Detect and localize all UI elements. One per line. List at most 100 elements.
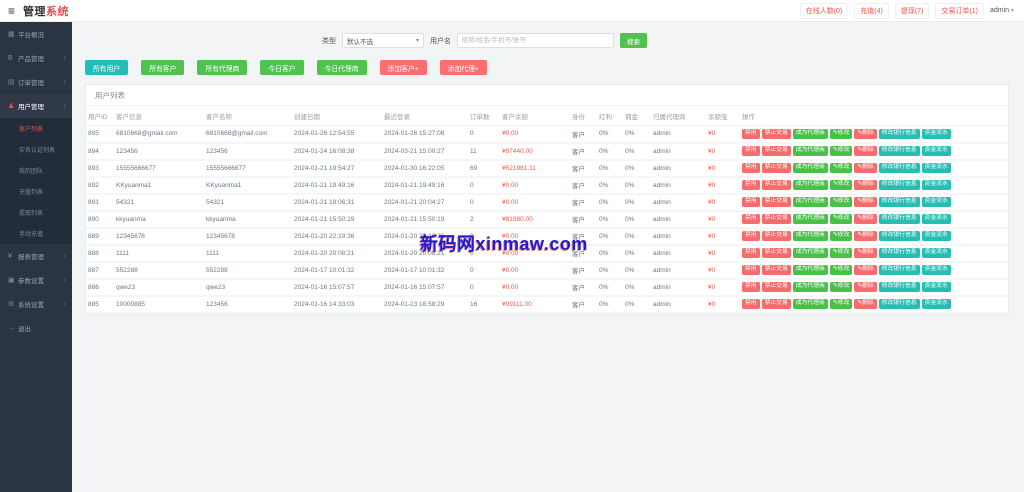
stat-chip-online-count[interactable]: 在线人数(0) [800, 3, 849, 19]
funds-flow-button[interactable]: 资金流水 [922, 299, 951, 309]
sidebar-item-dashboard[interactable]: ▦平台概况 [0, 22, 72, 46]
sidebar-item-orders[interactable]: ▤订单管理› [0, 70, 72, 94]
make-agent-button[interactable]: 成为代理商 [793, 146, 828, 156]
sidebar-subitem-customer-list[interactable]: 客户列表 [0, 118, 72, 139]
ban-trade-button[interactable]: 禁止交易 [762, 146, 791, 156]
disable-button[interactable]: 禁用 [742, 129, 760, 139]
edit-button[interactable]: ✎修改 [830, 146, 852, 156]
admin-user-dropdown[interactable]: admin ▾ [990, 7, 1014, 14]
edit-button[interactable]: ✎修改 [830, 180, 852, 190]
delete-button[interactable]: ✎删除 [854, 248, 876, 258]
delete-button[interactable]: ✎删除 [854, 265, 876, 275]
edit-button[interactable]: ✎修改 [830, 163, 852, 173]
sidebar-item-reports[interactable]: ¥报表管理› [0, 244, 72, 268]
delete-button[interactable]: ✎删除 [854, 214, 876, 224]
delete-button[interactable]: ✎删除 [854, 231, 876, 241]
username-search-input[interactable] [457, 33, 614, 48]
ban-trade-button[interactable]: 禁止交易 [762, 197, 791, 207]
delete-button[interactable]: ✎删除 [854, 129, 876, 139]
edit-bank-button[interactable]: 修改银行信息 [879, 146, 920, 156]
sidebar-subitem-recharge-list[interactable]: 充值列表 [0, 181, 72, 202]
all-users-button[interactable]: 所有用户 [85, 60, 128, 75]
edit-bank-button[interactable]: 修改银行信息 [879, 299, 920, 309]
funds-flow-button[interactable]: 资金流水 [922, 146, 951, 156]
delete-button[interactable]: ✎删除 [854, 282, 876, 292]
sidebar-item-params[interactable]: ▣参数设置› [0, 268, 72, 292]
make-agent-button[interactable]: 成为代理商 [793, 180, 828, 190]
search-button[interactable]: 搜索 [620, 33, 647, 48]
make-agent-button[interactable]: 成为代理商 [793, 282, 828, 292]
funds-flow-button[interactable]: 资金流水 [922, 248, 951, 258]
all-customers-button[interactable]: 所有客户 [141, 60, 184, 75]
hamburger-menu-icon[interactable]: ≡ [8, 4, 15, 18]
edit-bank-button[interactable]: 修改银行信息 [879, 197, 920, 207]
ban-trade-button[interactable]: 禁止交易 [762, 163, 791, 173]
make-agent-button[interactable]: 成为代理商 [793, 129, 828, 139]
ban-trade-button[interactable]: 禁止交易 [762, 299, 791, 309]
funds-flow-button[interactable]: 资金流水 [922, 231, 951, 241]
today-agents-button[interactable]: 今日代理商 [317, 60, 367, 75]
add-customer-button[interactable]: 添加客户+ [380, 60, 427, 75]
type-filter-select[interactable]: 默认不选 ▾ [342, 33, 424, 48]
stat-chip-recharge[interactable]: 充值(4) [854, 3, 889, 19]
today-customers-button[interactable]: 今日客户 [260, 60, 303, 75]
make-agent-button[interactable]: 成为代理商 [793, 163, 828, 173]
edit-bank-button[interactable]: 修改银行信息 [879, 231, 920, 241]
disable-button[interactable]: 禁用 [742, 299, 760, 309]
stat-chip-withdraw[interactable]: 提现(7) [895, 3, 930, 19]
delete-button[interactable]: ✎删除 [854, 197, 876, 207]
disable-button[interactable]: 禁用 [742, 214, 760, 224]
sidebar-item-logout[interactable]: →退出 [0, 316, 72, 340]
delete-button[interactable]: ✎删除 [854, 146, 876, 156]
ban-trade-button[interactable]: 禁止交易 [762, 265, 791, 275]
disable-button[interactable]: 禁用 [742, 197, 760, 207]
make-agent-button[interactable]: 成为代理商 [793, 299, 828, 309]
make-agent-button[interactable]: 成为代理商 [793, 197, 828, 207]
ban-trade-button[interactable]: 禁止交易 [762, 248, 791, 258]
sidebar-subitem-my-team[interactable]: 我的团队 [0, 160, 72, 181]
add-agent-button[interactable]: 添加代理+ [440, 60, 487, 75]
ban-trade-button[interactable]: 禁止交易 [762, 129, 791, 139]
edit-button[interactable]: ✎修改 [830, 282, 852, 292]
funds-flow-button[interactable]: 资金流水 [922, 163, 951, 173]
make-agent-button[interactable]: 成为代理商 [793, 231, 828, 241]
funds-flow-button[interactable]: 资金流水 [922, 180, 951, 190]
sidebar-item-system[interactable]: ⚙系统设置› [0, 292, 72, 316]
sidebar-subitem-manual-recharge[interactable]: 手动充值 [0, 223, 72, 244]
disable-button[interactable]: 禁用 [742, 282, 760, 292]
all-agents-button[interactable]: 所有代理商 [197, 60, 247, 75]
sidebar-item-users[interactable]: ♟用户管理› [0, 94, 72, 118]
ban-trade-button[interactable]: 禁止交易 [762, 180, 791, 190]
edit-bank-button[interactable]: 修改银行信息 [879, 265, 920, 275]
edit-bank-button[interactable]: 修改银行信息 [879, 129, 920, 139]
delete-button[interactable]: ✎删除 [854, 180, 876, 190]
funds-flow-button[interactable]: 资金流水 [922, 214, 951, 224]
disable-button[interactable]: 禁用 [742, 248, 760, 258]
edit-button[interactable]: ✎修改 [830, 214, 852, 224]
stat-chip-trade-orders[interactable]: 交易订单(1) [935, 3, 984, 19]
ban-trade-button[interactable]: 禁止交易 [762, 231, 791, 241]
edit-button[interactable]: ✎修改 [830, 265, 852, 275]
funds-flow-button[interactable]: 资金流水 [922, 197, 951, 207]
ban-trade-button[interactable]: 禁止交易 [762, 282, 791, 292]
delete-button[interactable]: ✎删除 [854, 299, 876, 309]
delete-button[interactable]: ✎删除 [854, 163, 876, 173]
funds-flow-button[interactable]: 资金流水 [922, 282, 951, 292]
edit-bank-button[interactable]: 修改银行信息 [879, 163, 920, 173]
funds-flow-button[interactable]: 资金流水 [922, 129, 951, 139]
make-agent-button[interactable]: 成为代理商 [793, 265, 828, 275]
edit-bank-button[interactable]: 修改银行信息 [879, 248, 920, 258]
edit-button[interactable]: ✎修改 [830, 248, 852, 258]
make-agent-button[interactable]: 成为代理商 [793, 248, 828, 258]
edit-button[interactable]: ✎修改 [830, 299, 852, 309]
edit-button[interactable]: ✎修改 [830, 129, 852, 139]
disable-button[interactable]: 禁用 [742, 163, 760, 173]
edit-bank-button[interactable]: 修改银行信息 [879, 214, 920, 224]
disable-button[interactable]: 禁用 [742, 146, 760, 156]
edit-button[interactable]: ✎修改 [830, 197, 852, 207]
funds-flow-button[interactable]: 资金流水 [922, 265, 951, 275]
edit-bank-button[interactable]: 修改银行信息 [879, 180, 920, 190]
sidebar-subitem-withdraw-list[interactable]: 提现列表 [0, 202, 72, 223]
sidebar-item-products[interactable]: B产品管理› [0, 46, 72, 70]
edit-button[interactable]: ✎修改 [830, 231, 852, 241]
